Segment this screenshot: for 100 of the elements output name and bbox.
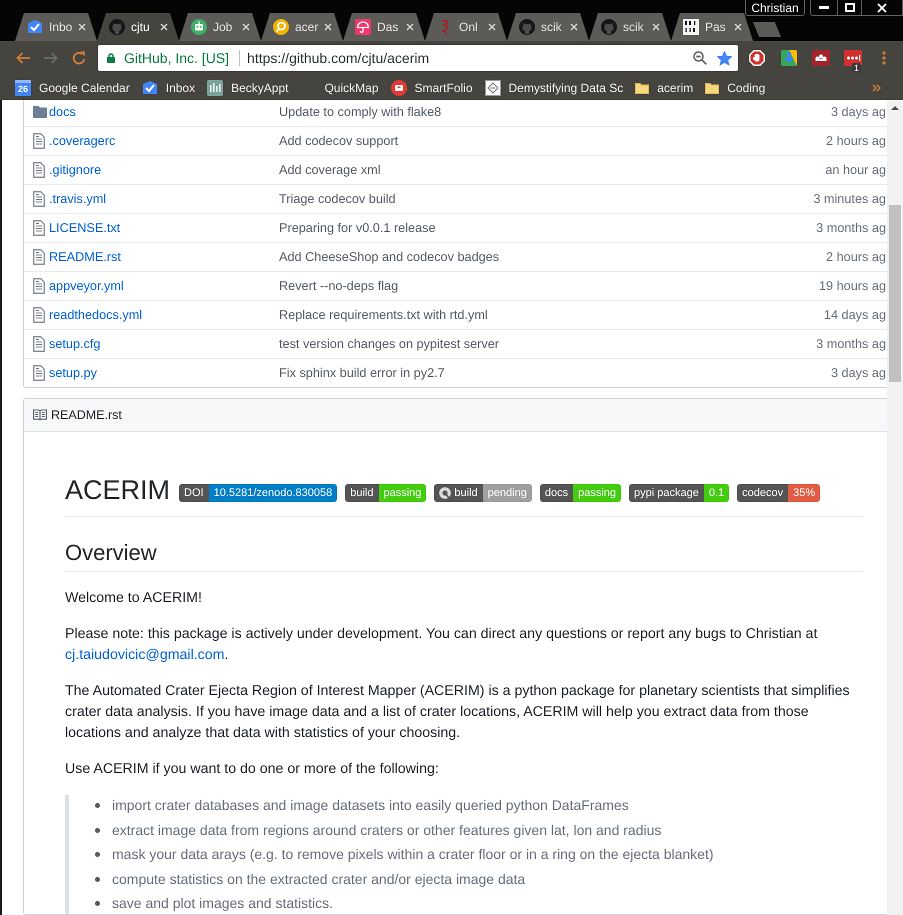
browser-tab[interactable]: acer <box>261 13 343 41</box>
file-link[interactable]: README.rst <box>49 250 121 264</box>
commit-message-link[interactable]: Preparing for v0.0.1 release <box>279 221 436 235</box>
file-link[interactable]: .coveragerc <box>49 134 116 148</box>
close-icon[interactable] <box>652 23 660 31</box>
status-badge[interactable]: docs passing <box>540 484 621 502</box>
caret-up-icon <box>891 106 899 110</box>
badge-value: 35% <box>788 484 820 502</box>
paragraph: The Automated Crater Ejecta Region of Interest Mapper (ACERIM) is a python package for planetary scientists that simplifies crater data analysis. If you have image data and a list of crater locations, ACERIM will help you extract data from those locations and analyze that data with statistics of your choosing. <box>65 682 851 743</box>
close-icon[interactable] <box>570 23 578 31</box>
commit-age: an hour ag <box>825 163 886 177</box>
file-link[interactable]: LICENSE.txt <box>49 221 120 235</box>
file-link[interactable]: docs <box>49 105 76 119</box>
commit-message-link[interactable]: Triage codecov build <box>279 192 396 206</box>
close-icon[interactable] <box>488 23 496 31</box>
badge-value: passing <box>378 484 426 502</box>
extension-button[interactable]: 1 <box>841 46 865 73</box>
bookmark[interactable]: SmartFolio <box>390 80 473 96</box>
paragraph: Use ACERIM if you want to do one or more of the following: <box>65 760 440 779</box>
file-icon <box>33 220 45 236</box>
commit-age: 3 days ag <box>830 366 886 380</box>
umbrella-icon <box>355 19 371 35</box>
minimize-icon <box>819 6 829 9</box>
maximize-icon <box>844 3 854 12</box>
file-link[interactable]: .gitignore <box>49 163 102 177</box>
list-item-text: save and plot images and statistics. <box>112 894 334 913</box>
zoom-out-icon[interactable] <box>693 51 707 65</box>
download-icon <box>781 50 797 66</box>
browser-tab[interactable]: Inbo <box>15 13 97 41</box>
status-badge[interactable]: build passing <box>345 484 426 502</box>
section-heading: Overview <box>65 539 863 572</box>
maximize-button[interactable] <box>838 0 862 16</box>
commit-message-link[interactable]: test version changes on pypitest server <box>279 337 500 351</box>
badge-value: 10.5281/zenodo.830058 <box>208 484 338 502</box>
commit-message-link[interactable]: Add coverage xml <box>279 163 381 177</box>
browser-tab[interactable]: Das <box>343 13 425 41</box>
bullet-icon <box>95 876 100 882</box>
bookmark[interactable]: Inbox <box>142 80 196 96</box>
bars-icon <box>207 80 224 96</box>
close-icon[interactable] <box>242 23 250 31</box>
file-link[interactable]: setup.cfg <box>49 337 100 351</box>
browser-tab[interactable]: cjtu <box>97 13 179 41</box>
bookmark[interactable]: acerim <box>635 80 694 94</box>
address-bar[interactable]: GitHub, Inc. [US] https://github.com/cjtu/acerim <box>98 45 738 71</box>
close-icon <box>877 2 887 12</box>
bookmark[interactable]: QuickMap <box>300 80 378 94</box>
bookmark[interactable]: Demystifying Data Sc <box>484 80 624 96</box>
status-badge[interactable]: build pending <box>434 484 532 502</box>
bookmark[interactable]: BeckyAppt <box>207 80 288 96</box>
close-button[interactable] <box>862 0 903 16</box>
bookmark[interactable]: 26 Google Calendar <box>15 80 130 96</box>
file-link[interactable]: readthedocs.yml <box>49 308 142 322</box>
browser-tab[interactable]: scik <box>507 13 589 41</box>
status-badge[interactable]: DOI 10.5281/zenodo.830058 <box>179 484 338 502</box>
commit-age: 2 hours ag <box>826 250 886 264</box>
file-link[interactable]: .travis.yml <box>49 192 106 206</box>
file-icon <box>33 249 45 265</box>
scrollbar[interactable] <box>887 100 903 915</box>
status-badge[interactable]: pypi package 0.1 <box>629 484 730 502</box>
close-icon[interactable] <box>324 23 332 31</box>
browser-tab[interactable]: Job <box>179 13 261 41</box>
commit-message-link[interactable]: Revert --no-deps flag <box>279 279 398 293</box>
badge-label: pypi package <box>629 484 704 502</box>
close-icon[interactable] <box>160 23 168 31</box>
minimize-button[interactable] <box>810 0 838 16</box>
chevron-icon[interactable] <box>872 84 881 92</box>
new-tab-button[interactable] <box>753 22 781 37</box>
scrollbar-thumb[interactable] <box>889 205 901 382</box>
folder-icon <box>635 82 650 94</box>
browser-tab[interactable]: Onl <box>425 13 507 41</box>
book-icon <box>33 409 47 421</box>
browser-tab[interactable]: Pas <box>671 13 753 41</box>
readme-title: ACERIM <box>65 474 170 507</box>
commit-message-link[interactable]: Add codecov support <box>279 134 398 148</box>
status-badge[interactable]: codecov 35% <box>737 484 820 502</box>
browser-tab[interactable]: scik <box>589 13 671 41</box>
bullet-icon <box>95 803 100 808</box>
robot-icon <box>191 19 207 35</box>
commit-message-link[interactable]: Add CheeseShop and codecov badges <box>279 250 500 264</box>
close-icon[interactable] <box>78 23 86 31</box>
folder-icon <box>33 106 47 118</box>
file-link[interactable]: setup.py <box>49 366 97 380</box>
cat-icon <box>601 19 617 35</box>
magnifier-icon <box>273 19 289 35</box>
close-icon[interactable] <box>734 23 742 31</box>
folder-icon <box>705 82 720 94</box>
file-icon <box>33 191 45 207</box>
paragraph: Welcome to ACERIM! <box>65 589 203 608</box>
commit-message-link[interactable]: Replace requirements.txt with rtd.yml <box>279 308 488 322</box>
file-link[interactable]: appveyor.yml <box>49 279 124 293</box>
bookmark[interactable]: Coding <box>705 80 766 94</box>
star-icon[interactable] <box>717 50 732 66</box>
profile-button[interactable]: Christian <box>745 0 805 16</box>
close-icon[interactable] <box>406 23 414 31</box>
email-link[interactable]: cj.taiudovicic@gmail.com <box>65 647 224 663</box>
commit-message-link[interactable]: Fix sphinx build error in py2.7 <box>279 366 445 380</box>
commit-message-link[interactable]: Update to comply with flake8 <box>279 105 442 119</box>
commit-age: 14 days ag <box>824 308 886 322</box>
commit-age: 3 minutes ag <box>813 192 886 206</box>
blocks-icon <box>683 19 699 35</box>
